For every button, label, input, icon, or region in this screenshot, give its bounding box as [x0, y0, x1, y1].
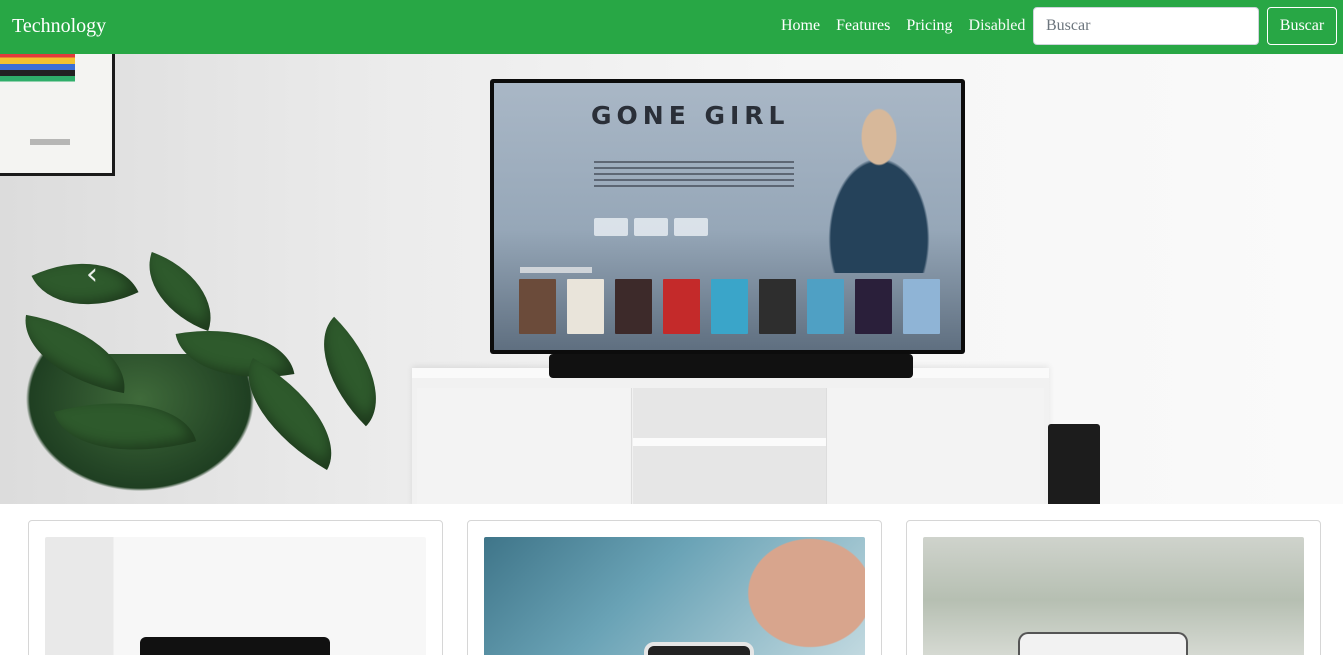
- card-camera: [906, 520, 1321, 655]
- television: GONE GIRL: [490, 79, 965, 354]
- poster: [855, 279, 892, 334]
- poster: [663, 279, 700, 334]
- chevron-left-icon[interactable]: ‹: [86, 260, 116, 290]
- card-smartwatch: [467, 520, 882, 655]
- camera: [1018, 632, 1188, 655]
- poster: [519, 279, 556, 334]
- search-input[interactable]: [1033, 7, 1259, 45]
- navbar: Technology Home Features Pricing Disable…: [0, 0, 1343, 54]
- poster: [807, 279, 844, 334]
- wall-art-signature: [30, 139, 70, 145]
- tv-screen: GONE GIRL: [494, 83, 961, 350]
- plant-leaf: [31, 237, 139, 331]
- camera-photo: [923, 537, 1304, 655]
- speaker: [1048, 424, 1100, 504]
- search-button[interactable]: Buscar: [1267, 7, 1337, 45]
- brand-link[interactable]: Technology: [12, 13, 106, 39]
- plant-leaf: [133, 251, 227, 332]
- wall-art-stripes: [0, 54, 75, 91]
- card-laptop: [28, 520, 443, 655]
- cabinet-left-door: [417, 388, 632, 504]
- cabinet-open-shelf: [633, 388, 826, 504]
- laptop-photo: [45, 537, 426, 655]
- nav-link-pricing[interactable]: Pricing: [898, 16, 960, 36]
- tv-buttons: [594, 218, 708, 236]
- wall-art-frame: [0, 54, 115, 176]
- tv-wishlist-button: [674, 218, 708, 236]
- tv-cabinet: [412, 368, 1049, 504]
- smartwatch: [644, 642, 754, 655]
- laptop-screen: [140, 637, 330, 655]
- nav-link-features[interactable]: Features: [828, 16, 898, 36]
- soundbar: [549, 354, 913, 378]
- tv-screen-person: [794, 103, 961, 273]
- nav-link-disabled: Disabled: [968, 17, 1026, 34]
- tv-trailer-button: [594, 218, 628, 236]
- smartwatch-photo: [484, 537, 865, 655]
- poster: [615, 279, 652, 334]
- cabinet-right-door: [826, 388, 1044, 504]
- tv-movie-meta: [594, 161, 794, 191]
- hero-carousel: GONE GIRL ‹: [0, 54, 1343, 504]
- tv-play-button: [634, 218, 668, 236]
- hand: [714, 537, 865, 655]
- nav-links: Home Features Pricing Disabled: [773, 16, 1033, 36]
- poster: [903, 279, 940, 334]
- poster: [711, 279, 748, 334]
- nav-link-home[interactable]: Home: [773, 16, 828, 36]
- tv-poster-row: [519, 279, 940, 334]
- poster: [759, 279, 796, 334]
- tv-movie-title: GONE GIRL: [591, 101, 790, 130]
- tv-row-label: [520, 267, 592, 273]
- poster: [567, 279, 604, 334]
- cabinet-shelf-board: [633, 438, 826, 446]
